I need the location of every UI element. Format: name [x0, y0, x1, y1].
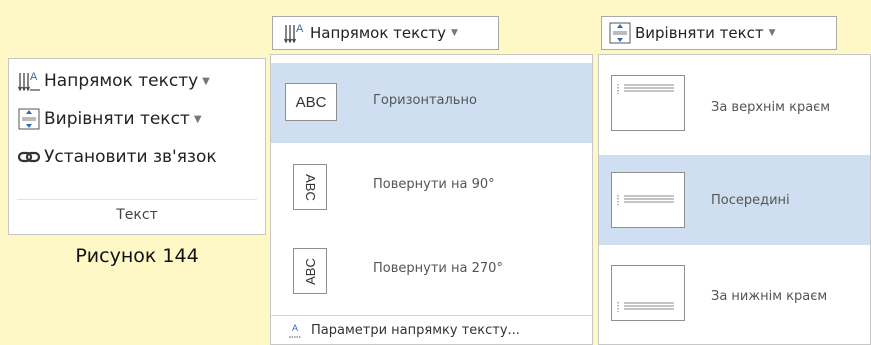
align-text-command[interactable]: Вирівняти текст ▼ [17, 107, 202, 131]
svg-text:A: A [292, 323, 298, 333]
horizontal-preview-icon: ABC [285, 83, 337, 121]
text-direction-options-link[interactable]: A Параметри напрямку тексту... [271, 315, 592, 345]
align-text-label: Вирівняти текст [44, 109, 190, 129]
svg-text:A: A [30, 71, 38, 83]
chevron-down-icon: ▼ [768, 28, 776, 38]
create-link-command[interactable]: Установити зв'язок [17, 145, 217, 169]
rotate-270-preview-icon: ABC [293, 248, 327, 294]
svg-text:A: A [296, 23, 304, 35]
menu-item-align-middle[interactable]: Посередині [599, 155, 870, 245]
menu-item-horizontal[interactable]: ABC Горизонтально [271, 63, 592, 143]
rotate-90-preview-icon: ABC [293, 164, 327, 210]
group-label: Текст [116, 207, 158, 223]
figure-caption: Рисунок 144 [75, 245, 199, 267]
menu-item-rotate-270[interactable]: ABC Повернути на 270° [271, 231, 592, 311]
link-icon [17, 145, 41, 169]
align-top-preview-icon [611, 75, 685, 131]
align-text-dropdown-button[interactable]: Вирівняти текст ▼ [601, 16, 837, 50]
text-direction-command[interactable]: A Напрямок тексту ▼ [17, 69, 210, 93]
align-text-button-label: Вирівняти текст [635, 24, 764, 42]
text-direction-icon: A [17, 69, 41, 93]
text-direction-menu: ABC Горизонтально ABC Повернути на 90° A… [270, 54, 593, 345]
menu-item-rotate-90[interactable]: ABC Повернути на 90° [271, 147, 592, 227]
text-direction-label: Напрямок тексту [44, 71, 199, 91]
menu-item-label: За нижнім краєм [711, 289, 828, 304]
text-direction-dropdown-button[interactable]: A Напрямок тексту ▼ [272, 16, 499, 50]
align-text-icon [17, 107, 41, 131]
menu-item-align-bottom[interactable]: За нижнім краєм [599, 253, 870, 343]
menu-item-label: За верхнім краєм [711, 100, 831, 115]
ribbon-group-text: A Напрямок тексту ▼ Вирівняти текст ▼ Ус… [8, 58, 266, 235]
align-bottom-preview-icon [611, 265, 685, 321]
menu-item-label: Посередині [711, 193, 790, 208]
preview-text: ABC [302, 257, 318, 285]
preview-text: ABC [295, 93, 327, 111]
text-direction-small-icon: A [287, 322, 303, 340]
align-text-icon [608, 21, 632, 45]
create-link-label: Установити зв'язок [44, 147, 217, 167]
preview-text: ABC [302, 173, 318, 201]
chevron-down-icon: ▼ [193, 113, 202, 125]
chevron-down-icon: ▼ [202, 75, 210, 87]
align-text-menu: За верхнім краєм Посередині За нижнім кр… [598, 54, 871, 345]
menu-item-label: Горизонтально [373, 93, 477, 108]
chevron-down-icon: ▼ [451, 28, 458, 38]
group-divider [17, 199, 257, 200]
text-direction-button-label: Напрямок тексту [310, 24, 447, 42]
options-label: Параметри напрямку тексту... [311, 323, 520, 338]
menu-item-label: Повернути на 90° [373, 177, 495, 192]
menu-item-label: Повернути на 270° [373, 261, 503, 276]
align-middle-preview-icon [611, 172, 685, 228]
text-direction-icon: A [283, 21, 307, 45]
menu-item-align-top[interactable]: За верхнім краєм [599, 63, 870, 153]
